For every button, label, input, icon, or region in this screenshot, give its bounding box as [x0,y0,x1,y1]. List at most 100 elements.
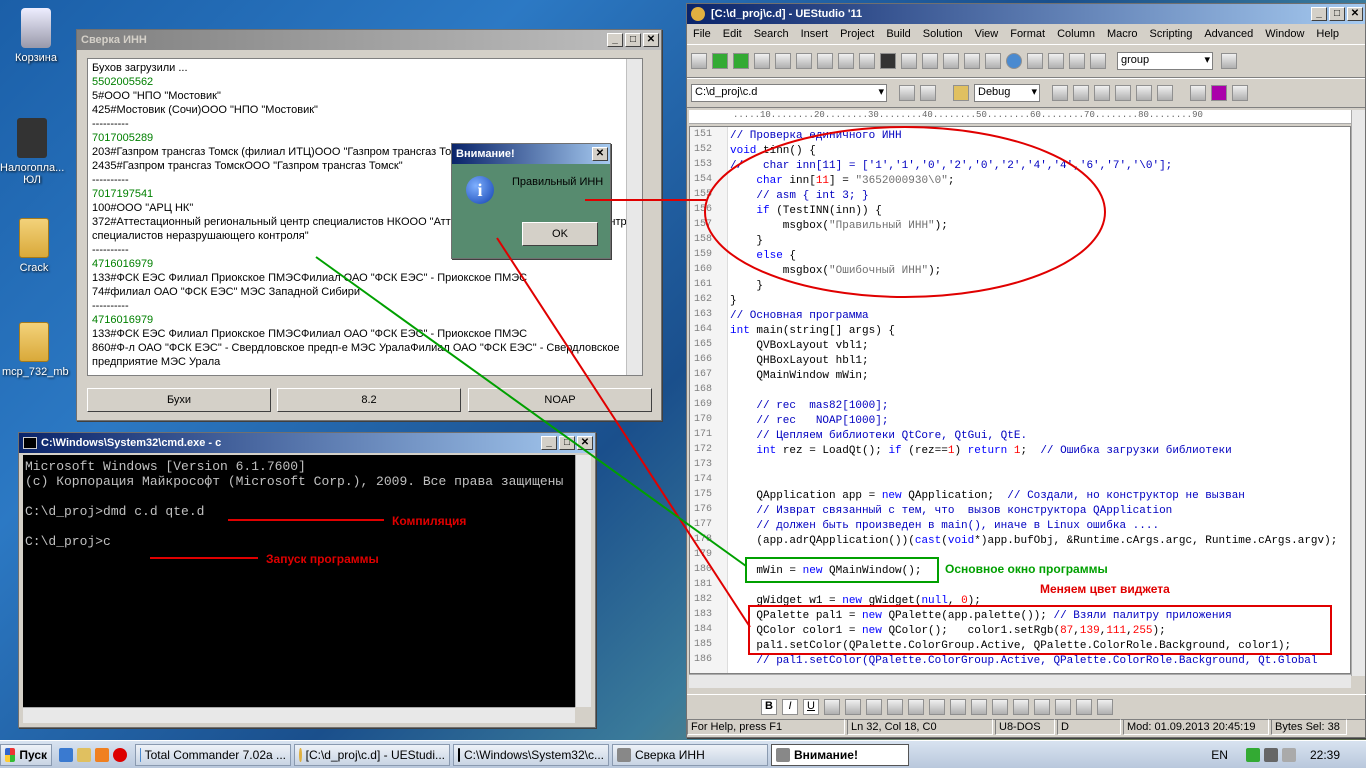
list-icon[interactable] [901,53,917,69]
menu-help[interactable]: Help [1316,28,1339,40]
paste-icon[interactable] [1090,53,1106,69]
italic-icon[interactable]: I [782,699,798,715]
maximize-button[interactable]: □ [1329,7,1345,21]
quicklaunch-explorer-icon[interactable] [77,747,91,762]
close-button[interactable]: ✕ [1347,7,1363,21]
build-all-icon[interactable] [1073,85,1089,101]
open-file-icon[interactable] [775,53,791,69]
color-icon[interactable] [1013,699,1029,715]
form-icon[interactable] [1097,699,1113,715]
scrollbar[interactable] [626,59,642,375]
menu-insert[interactable]: Insert [801,28,829,40]
task-sverka[interactable]: Сверка ИНН [612,743,768,766]
binoculars-icon[interactable] [1221,53,1237,69]
close-button[interactable]: ✕ [643,33,659,47]
folder-icon[interactable] [953,85,969,101]
task-uestudio[interactable]: [C:\d_proj\c.d] - UEStudi... [294,743,450,766]
print-icon[interactable] [838,53,854,69]
google-icon[interactable] [1190,85,1206,101]
menu-search[interactable]: Search [754,28,789,40]
project-icon[interactable] [899,85,915,101]
web-icon[interactable] [1006,53,1022,69]
quicklaunch-media-icon[interactable] [95,747,109,762]
file-combo[interactable]: C:\d_proj\c.d [691,84,887,102]
quicklaunch-ie-icon[interactable] [59,747,73,762]
save-all-icon[interactable] [817,53,833,69]
tray-flag-icon[interactable] [1245,747,1260,762]
vertical-scrollbar[interactable] [575,455,591,707]
maximize-button[interactable]: □ [559,436,575,450]
indent-icon[interactable] [887,699,903,715]
menu-project[interactable]: Project [840,28,874,40]
cut-icon[interactable] [1048,53,1064,69]
open-icon[interactable] [691,53,707,69]
search-web-icon[interactable] [1232,85,1248,101]
desktop-icon-mcp[interactable]: mcp_732_mb [2,322,69,378]
menu-view[interactable]: View [975,28,999,40]
clean-icon[interactable] [1115,85,1131,101]
minimize-button[interactable]: _ [607,33,623,47]
menu-format[interactable]: Format [1010,28,1045,40]
menu-build[interactable]: Build [886,28,910,40]
maximize-button[interactable]: □ [625,33,641,47]
font-icon[interactable] [880,53,896,69]
list-bullet-icon[interactable] [1055,699,1071,715]
minimize-button[interactable]: _ [541,436,557,450]
menu-advanced[interactable]: Advanced [1204,28,1253,40]
task-total-commander[interactable]: Total Commander 7.02a ... [135,743,291,766]
forward-icon[interactable] [733,53,749,69]
hr-icon[interactable] [1034,699,1050,715]
view-icon[interactable] [985,53,1001,69]
quicklaunch-opera-icon[interactable] [113,747,127,762]
buhi-button[interactable]: Бухи [87,388,271,412]
horizontal-scrollbar[interactable] [23,707,575,723]
desktop-icon-crack[interactable]: Crack [2,218,66,274]
message-box[interactable]: Внимание! ✕ i Правильный ИНН OK [451,143,611,259]
menu-window[interactable]: Window [1265,28,1304,40]
menu-solution[interactable]: Solution [923,28,963,40]
settings-icon[interactable] [1027,53,1043,69]
task-cmd[interactable]: C:\Windows\System32\c... [453,743,609,766]
code-editor[interactable]: 151 // Проверка единичного ИНН 152 void tin… [689,126,1351,674]
title-bar[interactable]: Внимание! ✕ [452,144,610,164]
language-indicator[interactable]: EN [1211,748,1228,762]
print-preview-icon[interactable] [859,53,875,69]
run-icon[interactable] [1136,85,1152,101]
align-center-icon[interactable] [845,699,861,715]
noap-button[interactable]: NOAP [468,388,652,412]
close-button[interactable]: ✕ [592,147,608,161]
tray-volume-icon[interactable] [1281,747,1296,762]
back-icon[interactable] [712,53,728,69]
wrap-icon[interactable] [964,53,980,69]
title-bar[interactable]: Сверка ИНН _ □ ✕ [77,30,661,50]
title-bar[interactable]: C:\Windows\System32\cmd.exe - c _ □ ✕ [19,433,595,453]
config-combo[interactable]: Debug [974,84,1040,102]
console-output[interactable]: Microsoft Windows [Version 6.1.7600] (c) … [23,455,575,707]
list-number-icon[interactable] [1076,699,1092,715]
ok-button[interactable]: OK [522,222,598,246]
underline-icon[interactable]: U [803,699,819,715]
search-combo[interactable]: group [1117,52,1213,70]
minimize-button[interactable]: _ [1311,7,1327,21]
align-left-icon[interactable] [824,699,840,715]
bold-icon[interactable]: B [761,699,777,715]
image-icon[interactable] [971,699,987,715]
start-button[interactable]: Пуск [0,743,52,766]
new-file-icon[interactable] [754,53,770,69]
tray-network-icon[interactable] [1263,747,1278,762]
table-icon[interactable] [950,699,966,715]
menu-column[interactable]: Column [1057,28,1095,40]
task-vnimanie[interactable]: Внимание! [771,743,909,766]
close-button[interactable]: ✕ [577,436,593,450]
menu-scripting[interactable]: Scripting [1150,28,1193,40]
editor-vscrollbar[interactable] [1351,110,1365,676]
save-icon[interactable] [796,53,812,69]
desktop-icon-nalog[interactable]: Налогопла... ЮЛ [0,118,64,186]
uestudio-window[interactable]: [C:\d_proj\c.d] - UEStudio '11 _ □ ✕ Fil… [686,3,1366,738]
clock[interactable]: 22:39 [1310,748,1340,762]
editor-hscrollbar[interactable] [689,674,1351,688]
outdent-icon[interactable] [908,699,924,715]
compile-icon[interactable] [1052,85,1068,101]
menu-macro[interactable]: Macro [1107,28,1138,40]
rebuild-icon[interactable] [1094,85,1110,101]
